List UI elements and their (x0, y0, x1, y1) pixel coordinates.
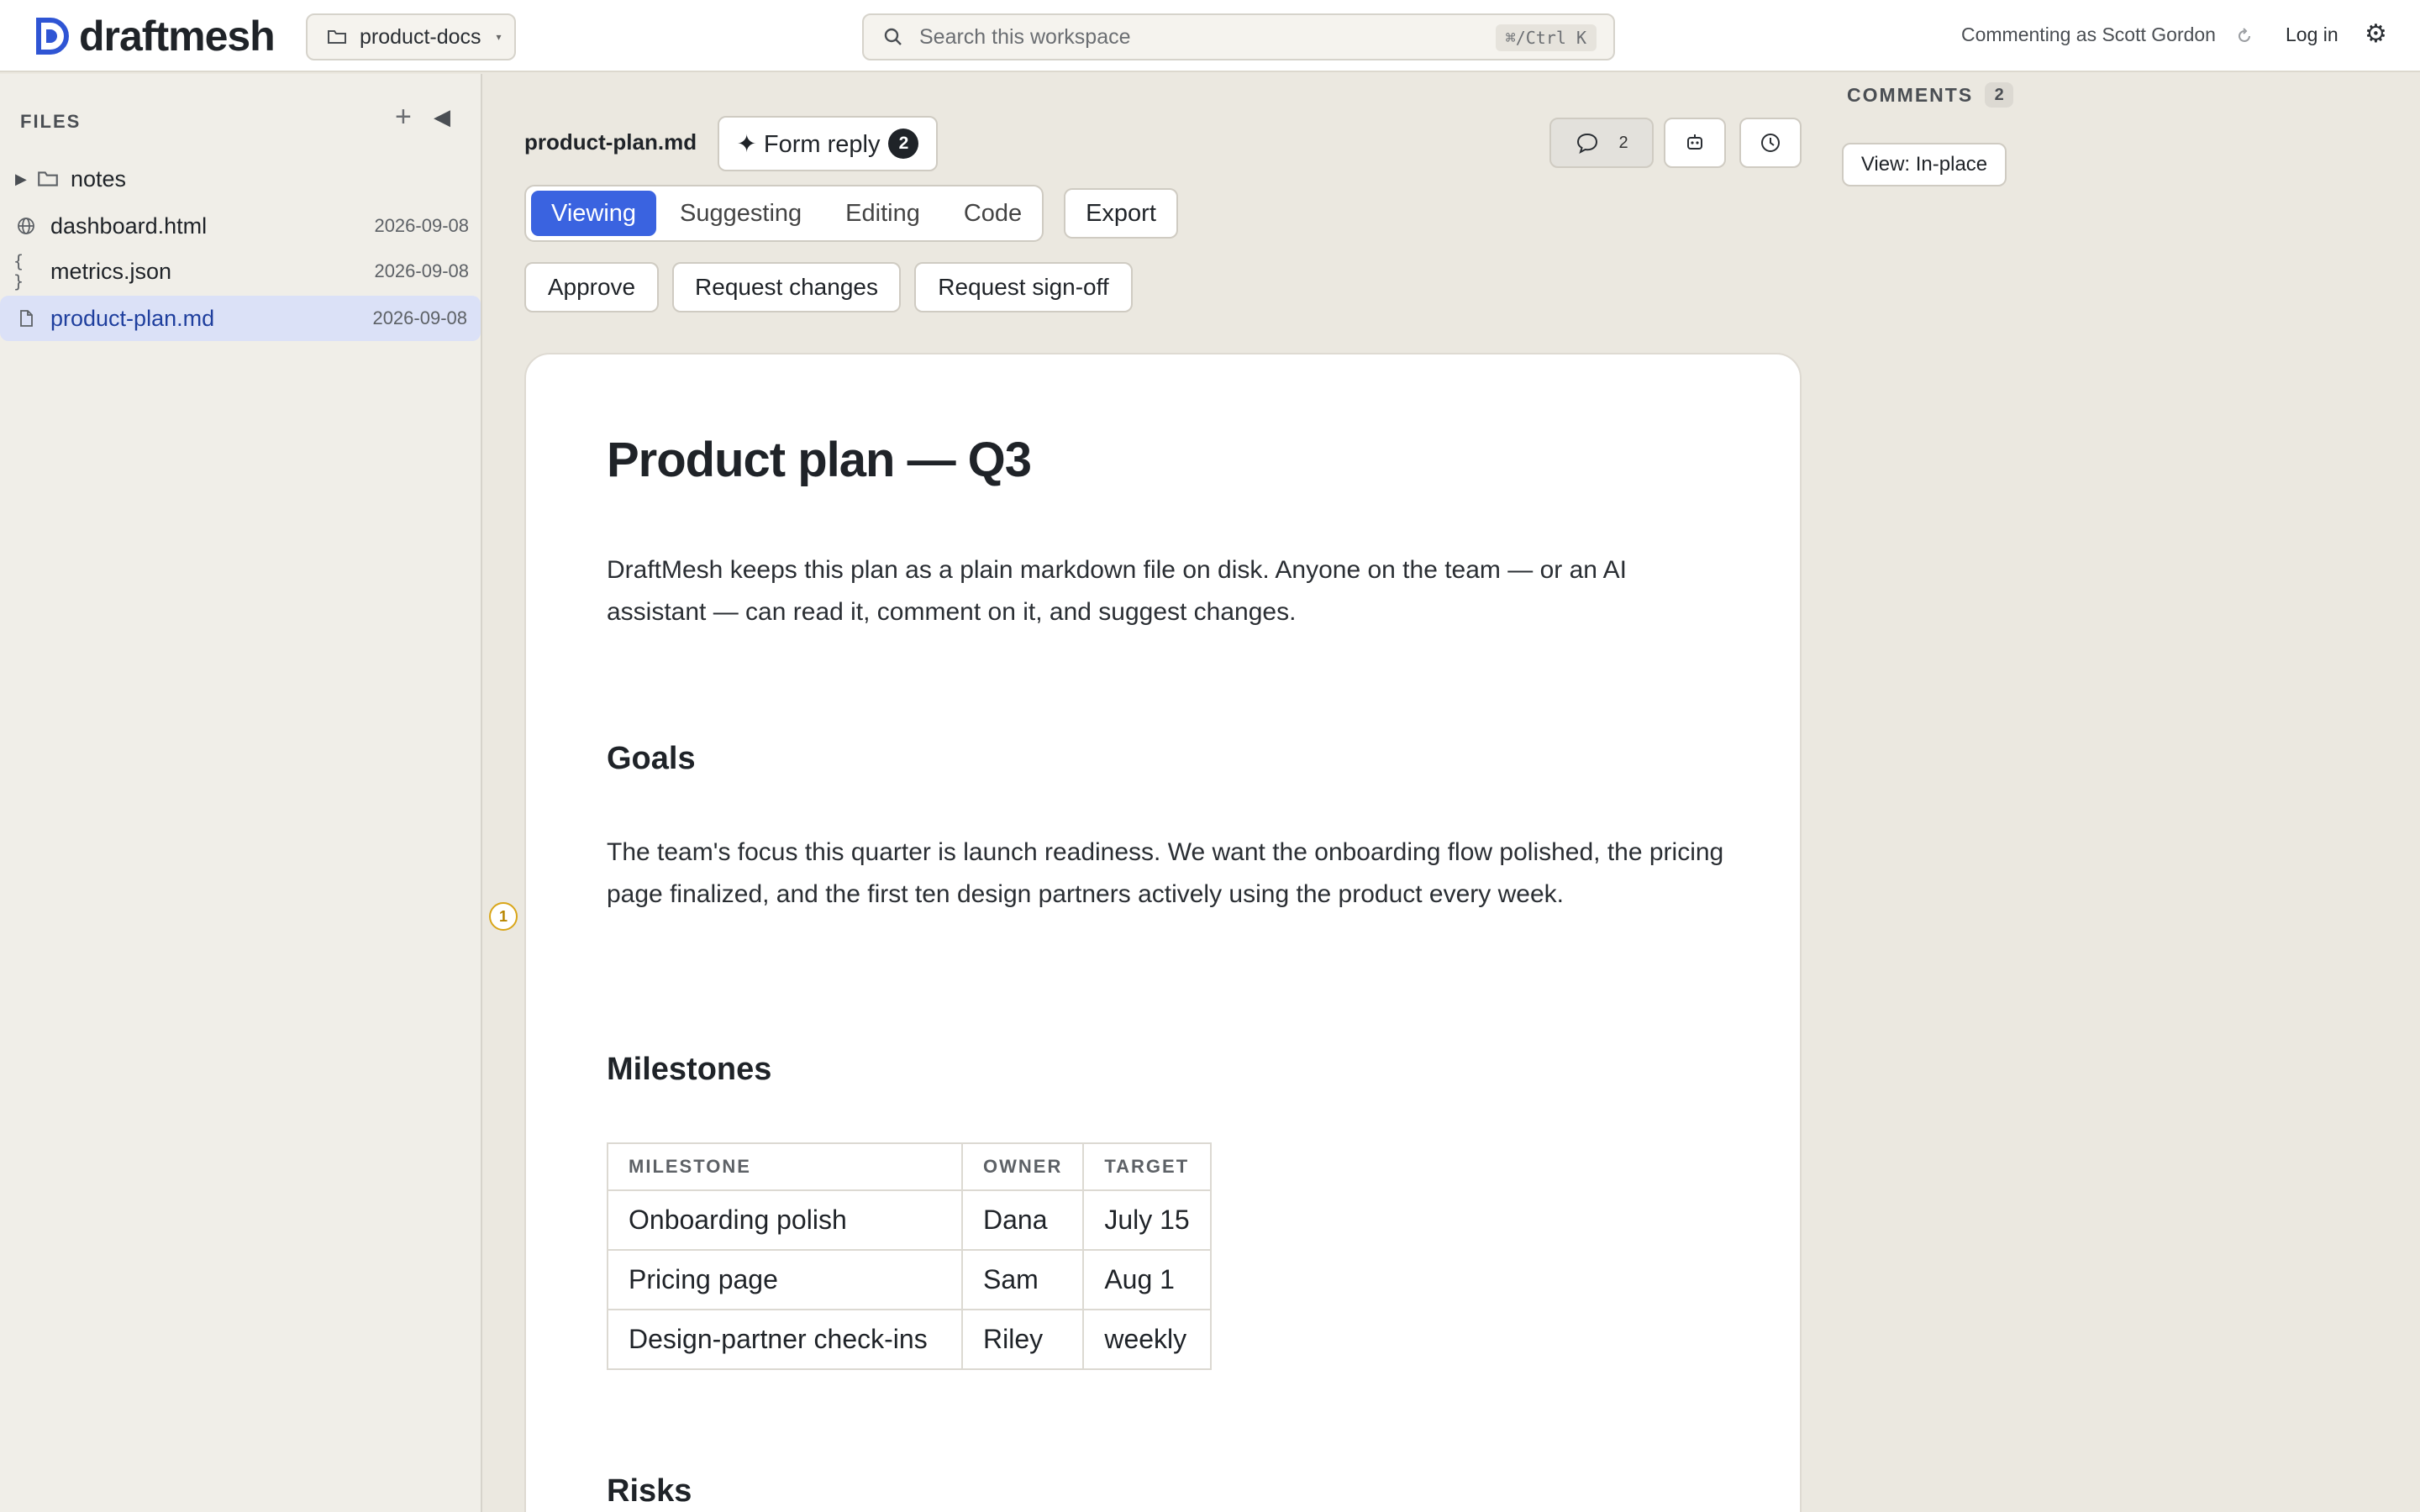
export-button[interactable]: Export (1064, 188, 1178, 239)
file-name: dashboard.html (50, 213, 208, 239)
mode-tab-suggesting[interactable]: Suggesting (660, 191, 822, 236)
top-bar: draftmesh product-docs ▾ ⌘/Ctrl K Commen… (0, 0, 2420, 72)
comments-count: 2 (1618, 133, 1628, 152)
commenting-as-label: Commenting as Scott Gordon (1961, 24, 2216, 45)
search-bar[interactable]: ⌘/Ctrl K (862, 13, 1615, 60)
history-button[interactable] (1739, 118, 1802, 168)
table-row: Onboarding polish Dana July 15 (607, 1189, 1213, 1251)
column-header: OWNER (960, 1142, 1085, 1191)
view-mode-button[interactable]: View: In-place (1842, 143, 2007, 186)
workspace-selector[interactable]: product-docs ▾ (306, 13, 516, 60)
table-cell: Design-partner check-ins (607, 1309, 963, 1370)
file-item-metrics[interactable]: { } metrics.json 2026-09-08 (0, 249, 482, 294)
search-icon (884, 28, 902, 45)
app-name: draftmesh (79, 13, 276, 60)
table-cell: Aug 1 (1082, 1249, 1213, 1310)
table-row: Design-partner check-ins Riley weekly (607, 1309, 1213, 1370)
mode-tab-editing[interactable]: Editing (825, 191, 940, 236)
comments-heading: COMMENTS (1847, 83, 1974, 106)
workspace-name: product-docs (360, 24, 481, 49)
table-cell: Riley (960, 1309, 1085, 1370)
milestones-heading: Milestones (607, 1052, 772, 1087)
document-filename: product-plan.md (524, 129, 697, 155)
search-input[interactable] (919, 24, 1491, 50)
app-logo[interactable]: draftmesh (32, 13, 276, 60)
folder-item-notes[interactable]: ▶ notes (0, 156, 482, 202)
table-header-row: MILESTONE OWNER TARGET (607, 1142, 1213, 1191)
file-item-dashboard[interactable]: dashboard.html 2026-09-08 (0, 203, 482, 249)
folder-icon (328, 30, 346, 44)
ai-assistant-button[interactable] (1664, 118, 1726, 168)
files-heading: FILES (20, 111, 82, 132)
file-date: 2026-09-08 (372, 307, 467, 328)
robot-icon (1687, 134, 1702, 150)
file-icon (13, 306, 39, 331)
gear-icon[interactable]: ⚙ (2365, 22, 2387, 47)
table-row: Pricing page Sam Aug 1 (607, 1249, 1213, 1310)
milestones-table: MILESTONE OWNER TARGET Onboarding polish… (607, 1142, 1213, 1370)
request-signoff-button[interactable]: Request sign-off (914, 262, 1133, 312)
column-header: MILESTONE (607, 1142, 963, 1191)
file-name: product-plan.md (50, 305, 215, 331)
file-date: 2026-09-08 (374, 215, 469, 236)
table-cell: Sam (960, 1249, 1085, 1310)
table-cell: weekly (1082, 1309, 1213, 1370)
file-date: 2026-09-08 (374, 260, 469, 281)
document-card: Product plan — Q3 DraftMesh keeps this p… (524, 353, 1802, 1512)
folder-icon (35, 166, 60, 192)
request-changes-button[interactable]: Request changes (672, 262, 901, 312)
comment-marker[interactable]: 1 (489, 902, 518, 931)
collapse-sidebar-icon[interactable]: ◀ (434, 104, 450, 129)
comments-toggle-button[interactable]: 2 (1549, 118, 1654, 168)
braces-icon: { } (13, 251, 24, 291)
mode-tab-code[interactable]: Code (944, 191, 1042, 236)
login-link[interactable]: Log in (2286, 24, 2338, 46)
mode-switcher: Viewing Suggesting Editing Code (524, 185, 1044, 242)
expand-caret-icon[interactable]: ▶ (15, 171, 27, 188)
document-title: Product plan — Q3 (607, 433, 1032, 487)
form-reply-button[interactable]: ✦ Form reply 2 (718, 116, 938, 171)
form-reply-label: ✦ Form reply (736, 130, 881, 158)
comments-panel-header: COMMENTS 2 (1847, 82, 2014, 108)
mode-tab-viewing[interactable]: Viewing (531, 191, 657, 236)
file-name: metrics.json (50, 258, 172, 284)
file-sidebar: FILES + ◀ ▶ notes dashboard.html 2026-09… (0, 74, 482, 1512)
goals-heading: Goals (607, 741, 696, 776)
sync-icon (2238, 28, 2250, 42)
search-shortcut: ⌘/Ctrl K (1495, 24, 1597, 51)
table-cell: July 15 (1082, 1189, 1213, 1251)
draftmesh-logo-icon (36, 18, 69, 55)
file-item-product-plan[interactable]: product-plan.md 2026-09-08 (0, 296, 481, 341)
table-cell: Pricing page (607, 1249, 963, 1310)
globe-icon (13, 213, 39, 239)
comment-bubble-icon (1577, 133, 1598, 155)
goals-paragraph: The team's focus this quarter is launch … (607, 838, 1724, 908)
table-cell: Dana (960, 1189, 1085, 1251)
form-reply-count-badge: 2 (888, 129, 919, 159)
intro-paragraph: DraftMesh keeps this plan as a plain mar… (607, 556, 1627, 626)
column-header: TARGET (1082, 1142, 1213, 1191)
folder-name: notes (71, 165, 127, 192)
add-file-icon[interactable]: + (395, 102, 412, 131)
approve-button[interactable]: Approve (524, 262, 659, 312)
comments-count-badge: 2 (1985, 82, 2014, 108)
chevron-down-icon: ▾ (496, 31, 502, 43)
risks-heading: Risks (607, 1473, 692, 1509)
clock-icon (1761, 134, 1780, 152)
table-cell: Onboarding polish (607, 1189, 963, 1251)
